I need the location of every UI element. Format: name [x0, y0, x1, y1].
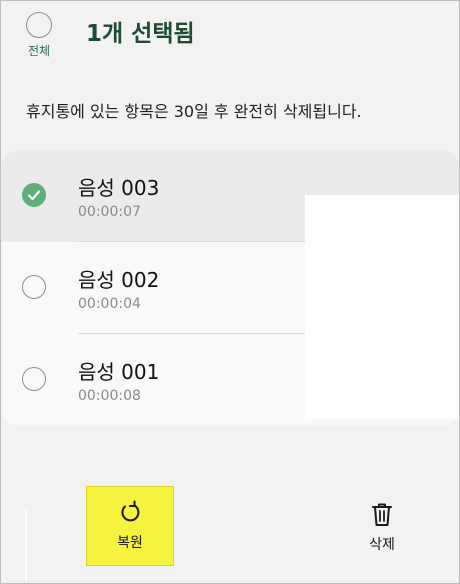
radio-circle-icon[interactable] — [22, 367, 46, 391]
divider — [25, 510, 27, 580]
check-circle-icon[interactable] — [22, 183, 46, 207]
trash-icon — [372, 503, 392, 526]
redaction-block — [305, 195, 460, 419]
restore-label: 복원 — [117, 535, 143, 551]
restore-arrow-icon — [121, 500, 140, 522]
radio-circle-icon — [26, 12, 52, 38]
select-all-checkbox[interactable]: 전체 — [22, 12, 56, 59]
item-duration: 00:00:07 — [78, 204, 141, 220]
item-name: 음성 003 — [78, 176, 160, 200]
item-name: 음성 001 — [78, 360, 160, 384]
item-name: 음성 002 — [78, 268, 160, 292]
restore-button[interactable]: 복원 — [86, 486, 174, 566]
delete-label: 삭제 — [369, 537, 395, 553]
page-title: 1개 선택됨 — [86, 21, 195, 47]
delete-button[interactable]: 삭제 — [352, 496, 412, 560]
radio-circle-icon[interactable] — [22, 275, 46, 299]
trash-notice: 휴지통에 있는 항목은 30일 후 완전히 삭제됩니다. — [26, 102, 362, 121]
item-duration: 00:00:04 — [78, 296, 141, 312]
select-all-label: 전체 — [27, 44, 51, 58]
check-icon — [27, 190, 41, 201]
item-duration: 00:00:08 — [78, 388, 141, 404]
